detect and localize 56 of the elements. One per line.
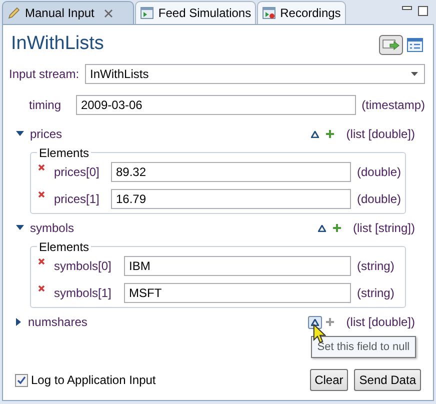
type-label: (list [double]) xyxy=(346,126,415,143)
dropdown-arrow-icon[interactable] xyxy=(411,72,418,76)
type-label: (list [double]) xyxy=(346,314,415,331)
text-field[interactable]: 16.79 xyxy=(111,188,351,208)
action-button[interactable]: Clear xyxy=(310,369,348,391)
log-checkbox[interactable] xyxy=(15,374,28,386)
tab[interactable]: Manual Input xyxy=(2,1,134,24)
field-name: symbols xyxy=(30,220,74,237)
field-name: prices xyxy=(30,126,62,143)
page-title: InWithLists xyxy=(11,32,104,56)
triangle-icon xyxy=(311,318,320,326)
mouse-cursor-icon xyxy=(313,324,326,342)
triangle-icon xyxy=(311,130,320,138)
remove-icon[interactable] xyxy=(38,164,45,171)
stream-dropdown[interactable]: InWithLists xyxy=(85,64,425,84)
pencil-icon xyxy=(7,6,21,20)
element-name: prices[1] xyxy=(54,190,100,208)
field-name: numshares xyxy=(28,314,88,331)
field-name: timing xyxy=(29,96,62,114)
add-icon[interactable] xyxy=(326,318,334,326)
type-label: (timestamp) xyxy=(362,96,425,114)
element-name: prices[0] xyxy=(54,164,100,180)
text-field[interactable]: MSFT xyxy=(124,282,351,302)
type-label: (double) xyxy=(357,164,402,180)
tooltip: Set this field to null xyxy=(311,336,416,358)
action-button[interactable]: Send Data xyxy=(354,369,421,391)
checkbox-label: Log to Application Input xyxy=(31,372,156,389)
type-label: (double) xyxy=(357,190,402,208)
type-label: (list [string]) xyxy=(352,220,415,237)
text-field[interactable]: IBM xyxy=(124,256,351,276)
set-null-button[interactable] xyxy=(308,316,322,328)
field-label: Input stream: xyxy=(9,66,80,83)
add-icon[interactable] xyxy=(326,130,334,138)
play-window-icon xyxy=(140,6,154,20)
element-name: symbols[0] xyxy=(54,258,112,274)
send-view-icon[interactable] xyxy=(379,34,403,54)
tab[interactable]: Feed Simulations xyxy=(135,1,256,24)
add-icon[interactable] xyxy=(332,224,341,232)
expand-arrow-icon[interactable] xyxy=(16,131,24,137)
type-label: (string) xyxy=(357,258,396,274)
maximize-icon[interactable] xyxy=(418,6,428,16)
remove-icon[interactable] xyxy=(38,258,45,265)
expand-arrow-icon[interactable] xyxy=(16,225,24,231)
triangle-icon xyxy=(318,224,326,232)
minimize-icon[interactable] xyxy=(402,6,412,12)
type-label: (string) xyxy=(357,284,396,302)
remove-icon[interactable] xyxy=(38,191,45,198)
element-name: symbols[1] xyxy=(54,284,112,302)
text-field[interactable]: 2009-03-06 xyxy=(76,94,356,114)
collapse-arrow-icon[interactable] xyxy=(16,318,22,326)
text-field[interactable]: 89.32 xyxy=(111,162,351,182)
form-view-icon[interactable] xyxy=(407,38,423,52)
remove-icon[interactable] xyxy=(38,285,45,292)
tab[interactable]: Recordings xyxy=(257,1,346,24)
record-window-icon xyxy=(262,6,276,20)
close-icon[interactable] xyxy=(104,8,114,18)
